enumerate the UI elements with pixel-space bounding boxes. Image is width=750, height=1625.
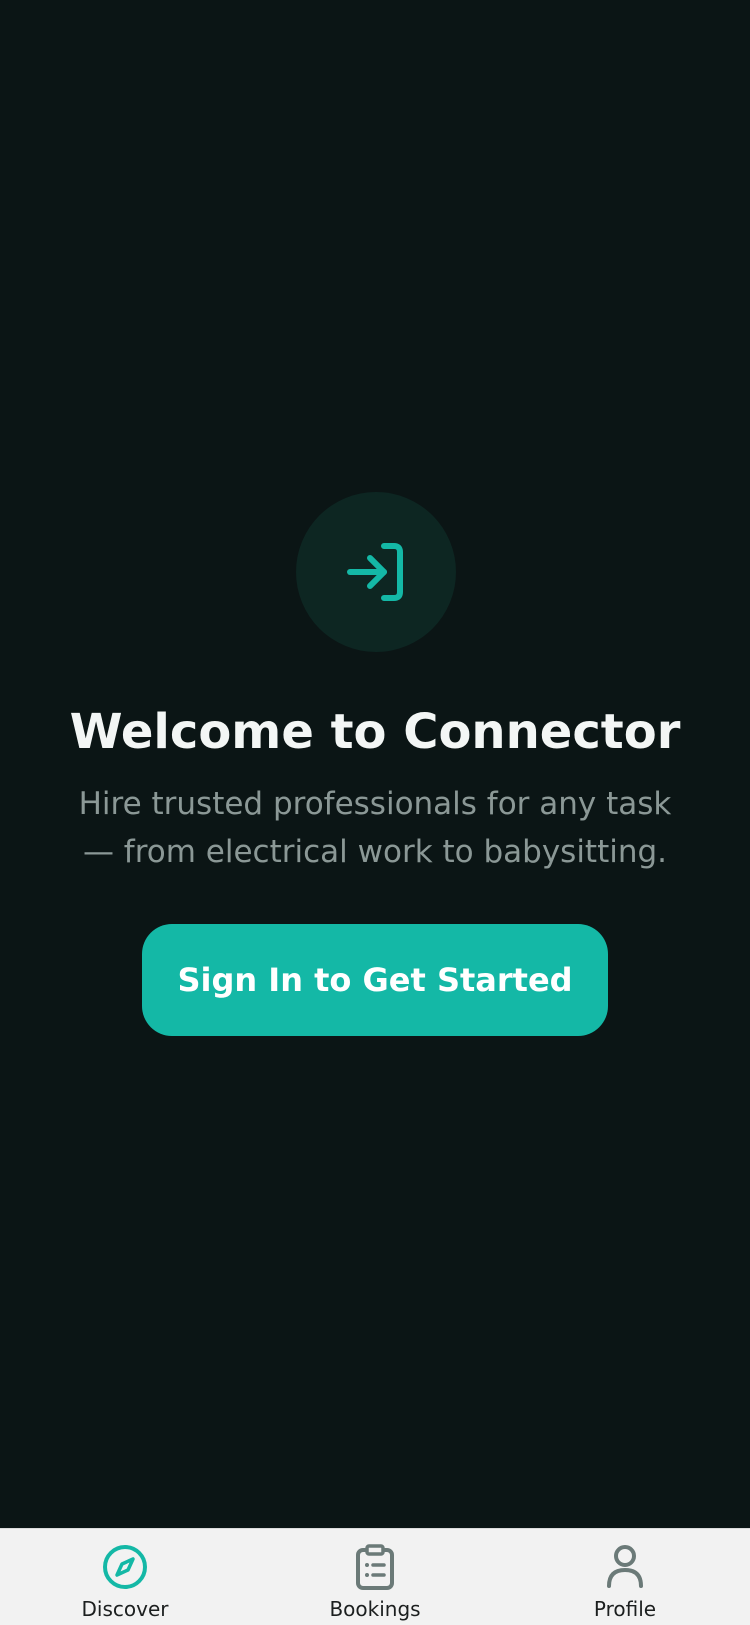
tab-bookings[interactable]: Bookings [250,1529,500,1625]
tab-bookings-label: Bookings [329,1597,421,1621]
bottom-tab-bar: Discover Bookings Profile [0,1528,750,1625]
sign-in-button[interactable]: Sign In to Get Started [142,924,608,1036]
clipboard-icon [351,1543,399,1591]
welcome-screen: Welcome to Connector Hire trusted profes… [0,0,750,1528]
tab-discover-label: Discover [81,1597,169,1621]
person-icon [601,1543,649,1591]
tab-profile[interactable]: Profile [500,1529,750,1625]
tab-discover[interactable]: Discover [0,1529,250,1625]
subtitle-line-2: — from electrical work to babysitting. [82,834,668,870]
compass-icon [101,1543,149,1591]
sign-in-icon [347,543,403,601]
subtitle-line-1: Hire trusted professionals for any task [78,786,672,822]
welcome-title: Welcome to Connector [69,704,681,760]
hero-icon-circle [296,492,456,652]
tab-profile-label: Profile [593,1597,657,1621]
welcome-subtitle: Hire trusted professionals for any task … [75,780,675,876]
